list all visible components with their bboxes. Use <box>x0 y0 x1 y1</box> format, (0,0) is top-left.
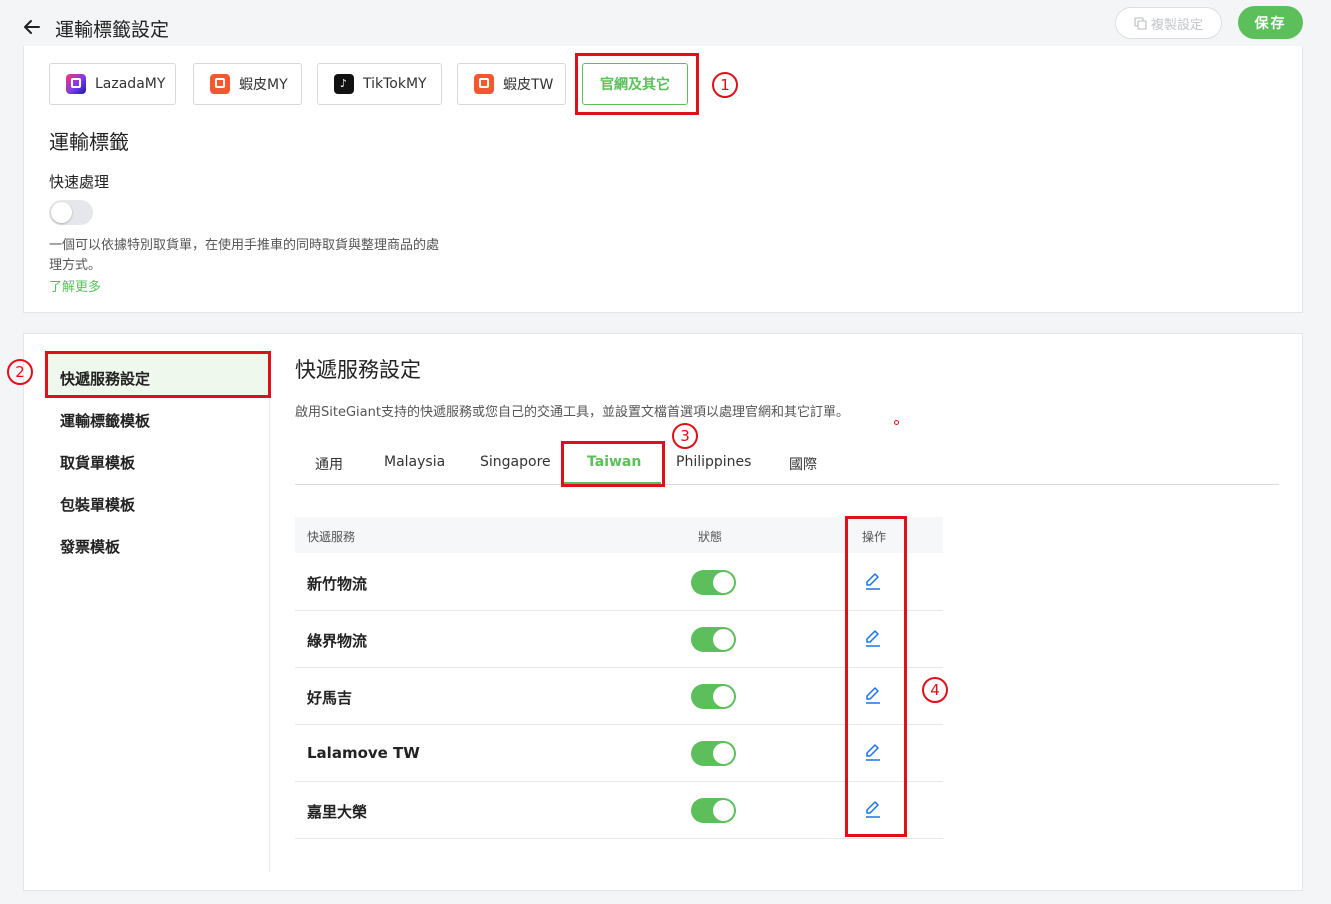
courier-name: 綠界物流 <box>307 632 368 650</box>
courier-name: 好馬吉 <box>307 689 353 707</box>
courier-enable-toggle[interactable] <box>691 627 736 652</box>
sidebar-item-picking-list-template[interactable]: 取貨單模板 <box>60 452 135 473</box>
column-header-status: 狀態 <box>698 530 723 544</box>
sidebar-item-shipping-label-template[interactable]: 運輸標籤模板 <box>60 410 150 431</box>
sidebar-item-invoice-template[interactable]: 發票模板 <box>60 536 120 557</box>
sidebar-item-packing-list-template[interactable]: 包裝單模板 <box>60 494 135 515</box>
tab-singapore[interactable]: Singapore <box>480 454 551 470</box>
courier-settings-title: 快遞服務設定 <box>295 358 421 382</box>
courier-name: 嘉里大榮 <box>307 803 368 821</box>
highlight-box-2 <box>45 351 271 398</box>
copy-settings-label: 複製設定 <box>1150 17 1203 33</box>
courier-enable-toggle[interactable] <box>691 798 736 823</box>
shopee-icon <box>210 74 230 94</box>
courier-settings-description: 啟用SiteGiant支持的快遞服務或您自己的交通工具，並設置文檔首選項以處理官… <box>295 405 849 420</box>
highlight-box-4 <box>845 516 907 837</box>
tab-general[interactable]: 通用 <box>315 454 343 474</box>
page-title: 運輸標籤設定 <box>55 19 170 41</box>
annotation-number-3: 3 <box>672 423 698 449</box>
annotation-number-1: 1 <box>712 72 738 98</box>
platform-tab-shopeetw[interactable]: 蝦皮TW <box>457 63 566 105</box>
quick-process-toggle[interactable] <box>49 200 93 225</box>
copy-icon <box>1134 16 1147 30</box>
platform-tab-lazadamy[interactable]: LazadaMY <box>49 63 176 105</box>
courier-name: 新竹物流 <box>307 575 368 593</box>
tiktok-icon: ♪ <box>334 74 354 94</box>
annotation-number-2: 2 <box>7 359 33 385</box>
platform-label: LazadaMY <box>95 76 166 92</box>
quick-process-label: 快速處理 <box>49 173 110 191</box>
settings-card: 快遞服務設定 運輸標籤模板 取貨單模板 包裝單模板 發票模板 2 快遞服務設定 … <box>7 333 1303 891</box>
tabs-underline <box>295 484 1279 485</box>
lazada-icon <box>66 74 86 94</box>
highlight-box-3 <box>561 441 665 487</box>
red-dot-marker <box>894 420 899 425</box>
learn-more-link[interactable]: 了解更多 <box>49 276 101 295</box>
courier-enable-toggle[interactable] <box>691 684 736 709</box>
back-arrow-icon[interactable] <box>22 17 42 37</box>
tab-philippines[interactable]: Philippines <box>676 454 751 470</box>
platform-tab-shopeemy[interactable]: 蝦皮MY <box>193 63 302 105</box>
top-bar: 運輸標籤設定 複製設定 保存 <box>0 0 1331 48</box>
column-header-courier: 快遞服務 <box>307 530 356 544</box>
sidebar-divider <box>269 354 270 872</box>
save-button[interactable]: 保存 <box>1238 6 1303 39</box>
shopee-icon <box>474 74 494 94</box>
platform-tab-tiktokmy[interactable]: ♪ TikTokMY <box>317 63 442 105</box>
courier-enable-toggle[interactable] <box>691 570 736 595</box>
section-title: 運輸標籤 <box>49 130 129 154</box>
platform-label: 蝦皮MY <box>239 77 288 93</box>
courier-enable-toggle[interactable] <box>691 741 736 766</box>
quick-process-description: 一個可以依據特別取貨單，在使用手推車的同時取貨與整理商品的處理方式。 <box>49 238 440 273</box>
annotation-number-4: 4 <box>922 677 948 703</box>
copy-settings-button[interactable]: 複製設定 <box>1115 7 1222 39</box>
shipping-label-card: LazadaMY 蝦皮MY ♪ TikTokMY 蝦皮TW 官網及其它 1 運輸… <box>23 46 1303 313</box>
tab-international[interactable]: 國際 <box>789 454 817 474</box>
platform-label: TikTokMY <box>363 76 427 92</box>
tab-malaysia[interactable]: Malaysia <box>384 454 445 470</box>
platform-label: 蝦皮TW <box>503 77 554 93</box>
highlight-box-1 <box>575 53 699 115</box>
courier-name: Lalamove TW <box>307 744 420 762</box>
